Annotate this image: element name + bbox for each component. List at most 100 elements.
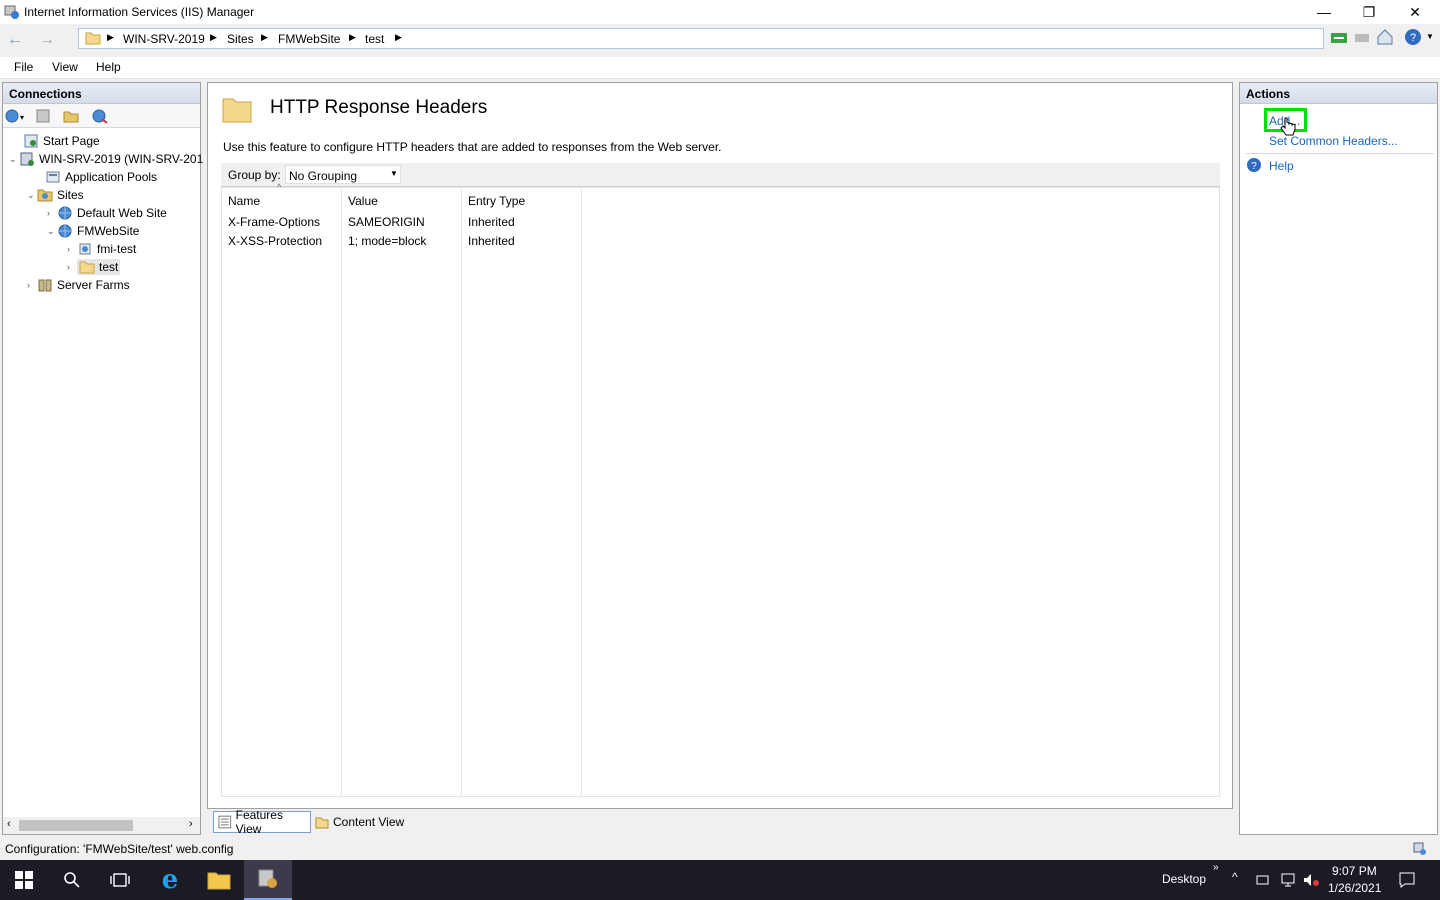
- tree-item-server[interactable]: ⌄ WIN-SRV-2019 (WIN-SRV-201: [9, 150, 203, 168]
- save-icon[interactable]: [35, 108, 51, 124]
- column-header-entry-type[interactable]: Entry Type: [468, 194, 525, 208]
- breadcrumb-separator-icon[interactable]: ▶: [395, 32, 402, 43]
- menu-help[interactable]: Help: [96, 60, 121, 74]
- actions-header: Actions: [1240, 83, 1437, 104]
- restore-button[interactable]: ❐: [1346, 0, 1392, 24]
- minimize-button[interactable]: —: [1301, 0, 1347, 24]
- actions-panel: Actions Add... Set Common Headers... ? H…: [1239, 82, 1438, 835]
- clock-time[interactable]: 9:07 PM: [1332, 864, 1377, 878]
- title-bar: Internet Information Services (IIS) Mana…: [0, 0, 1440, 24]
- tree-item-fmwebsite[interactable]: ⌄ FMWebSite: [47, 222, 139, 240]
- show-hidden-icons-chevron-icon[interactable]: ^: [1232, 870, 1238, 884]
- tree-item-fmi-test[interactable]: › fmi-test: [67, 240, 136, 258]
- expanded-chevron-icon[interactable]: ⌄: [9, 154, 19, 165]
- internet-explorer-icon[interactable]: e: [146, 860, 194, 900]
- collapsed-chevron-icon[interactable]: ›: [67, 262, 77, 272]
- connect-globe-icon[interactable]: ▾: [5, 108, 25, 124]
- disconnect-icon[interactable]: [91, 108, 109, 124]
- stop-icon[interactable]: [1354, 29, 1370, 47]
- close-button[interactable]: ✕: [1392, 0, 1438, 24]
- volume-muted-icon[interactable]: [1302, 872, 1320, 888]
- dropdown-arrow-icon[interactable]: ▼: [390, 169, 398, 178]
- breadcrumb-separator-icon[interactable]: ▶: [349, 32, 356, 43]
- tree-item-test[interactable]: › test: [67, 258, 121, 276]
- breadcrumb-item[interactable]: Sites: [227, 32, 254, 46]
- group-by-value: No Grouping: [289, 169, 358, 183]
- expanded-chevron-icon[interactable]: ⌄: [27, 190, 37, 201]
- file-explorer-icon[interactable]: [195, 860, 243, 900]
- refresh-icon[interactable]: [1330, 29, 1348, 47]
- battery-icon[interactable]: [1256, 873, 1270, 887]
- features-view-icon: [218, 815, 232, 829]
- sites-folder-icon: [37, 189, 53, 202]
- collapsed-chevron-icon[interactable]: ›: [47, 208, 57, 218]
- group-by-dropdown[interactable]: No Grouping ▼: [285, 165, 401, 184]
- start-windows-icon[interactable]: [0, 860, 48, 900]
- scrollbar-thumb[interactable]: [19, 820, 133, 831]
- tab-features-view[interactable]: Features View: [213, 808, 311, 836]
- application-icon: [79, 243, 91, 255]
- menu-file[interactable]: File: [14, 60, 33, 74]
- network-icon[interactable]: [1280, 872, 1296, 888]
- breadcrumb-separator-icon[interactable]: ▶: [261, 32, 268, 43]
- svg-text:?: ?: [1410, 32, 1416, 44]
- svg-text:▾: ▾: [20, 113, 24, 122]
- up-folder-icon[interactable]: [63, 108, 79, 124]
- tree-item-default-web-site[interactable]: › Default Web Site: [47, 204, 167, 222]
- breadcrumb-item[interactable]: test: [365, 32, 384, 46]
- help-dropdown-chevron-icon[interactable]: ▼: [1426, 32, 1434, 41]
- connections-panel: Connections ▾ Start Page ⌄ WIN-SRV-2019 …: [2, 82, 203, 835]
- home-icon[interactable]: [1376, 28, 1394, 46]
- tree-item-server-farms[interactable]: › Server Farms: [27, 276, 130, 294]
- desktop-toolbar-label[interactable]: Desktop: [1162, 872, 1206, 886]
- clock-date[interactable]: 1/26/2021: [1328, 881, 1381, 895]
- breadcrumb-item[interactable]: WIN-SRV-2019: [123, 32, 205, 46]
- task-view-icon[interactable]: [96, 860, 144, 900]
- expanded-chevron-icon[interactable]: ⌄: [47, 226, 57, 237]
- search-icon[interactable]: [48, 860, 96, 900]
- folder-icon: [85, 32, 101, 45]
- folder-icon: [79, 261, 95, 274]
- content-view-icon: [315, 817, 329, 829]
- notification-center-icon[interactable]: [1398, 871, 1416, 889]
- tree-item-start-page[interactable]: Start Page: [23, 132, 100, 150]
- iis-manager-taskbar-icon[interactable]: [244, 860, 292, 900]
- tree-label: Start Page: [43, 134, 100, 148]
- group-by-bar: Group by: No Grouping ▼: [221, 163, 1220, 187]
- collapsed-chevron-icon[interactable]: ›: [27, 280, 37, 290]
- sort-ascending-icon: ^: [277, 182, 282, 192]
- breadcrumb-item[interactable]: FMWebSite: [278, 32, 340, 46]
- iis-app-icon: [4, 5, 19, 19]
- table-row[interactable]: X-XSS-Protection 1; mode=block Inherited: [222, 231, 1219, 250]
- scroll-right-icon[interactable]: ›: [189, 818, 193, 830]
- tree-item-application-pools[interactable]: Application Pools: [45, 168, 157, 186]
- menu-view[interactable]: View: [52, 60, 78, 74]
- column-header-name[interactable]: Name: [228, 194, 260, 208]
- scroll-left-icon[interactable]: ‹: [7, 818, 11, 830]
- collapsed-chevron-icon[interactable]: ›: [67, 244, 77, 254]
- help-icon[interactable]: ?: [1404, 28, 1422, 46]
- address-bar[interactable]: ▶ WIN-SRV-2019 ▶ Sites ▶ FMWebSite ▶ tes…: [78, 28, 1324, 49]
- tree-label: Default Web Site: [77, 206, 167, 220]
- column-divider[interactable]: [341, 188, 342, 796]
- set-common-headers-link[interactable]: Set Common Headers...: [1269, 134, 1398, 148]
- cell-entry-type: Inherited: [468, 215, 515, 229]
- table-row[interactable]: X-Frame-Options SAMEORIGIN Inherited: [222, 212, 1219, 231]
- forward-arrow-icon[interactable]: →: [36, 29, 58, 51]
- column-header-value[interactable]: Value: [348, 194, 378, 208]
- horizontal-scrollbar[interactable]: ‹ ›: [3, 817, 200, 834]
- feature-panel: HTTP Response Headers Use this feature t…: [207, 82, 1233, 809]
- back-arrow-icon[interactable]: ←: [4, 29, 26, 51]
- breadcrumb-separator-icon[interactable]: ▶: [210, 32, 217, 43]
- window-title: Internet Information Services (IIS) Mana…: [24, 5, 255, 19]
- column-divider[interactable]: [581, 188, 582, 796]
- menu-bar: File View Help: [0, 57, 1440, 79]
- tab-content-view[interactable]: Content View: [315, 811, 415, 833]
- page-title: HTTP Response Headers: [270, 97, 488, 118]
- help-action-link[interactable]: Help: [1269, 159, 1294, 173]
- cell-name: X-Frame-Options: [228, 215, 321, 229]
- toolbar-expand-icon[interactable]: »: [1213, 862, 1219, 873]
- tree-label: fmi-test: [97, 242, 137, 256]
- tree-item-sites[interactable]: ⌄ Sites: [27, 186, 84, 204]
- column-divider[interactable]: [461, 188, 462, 796]
